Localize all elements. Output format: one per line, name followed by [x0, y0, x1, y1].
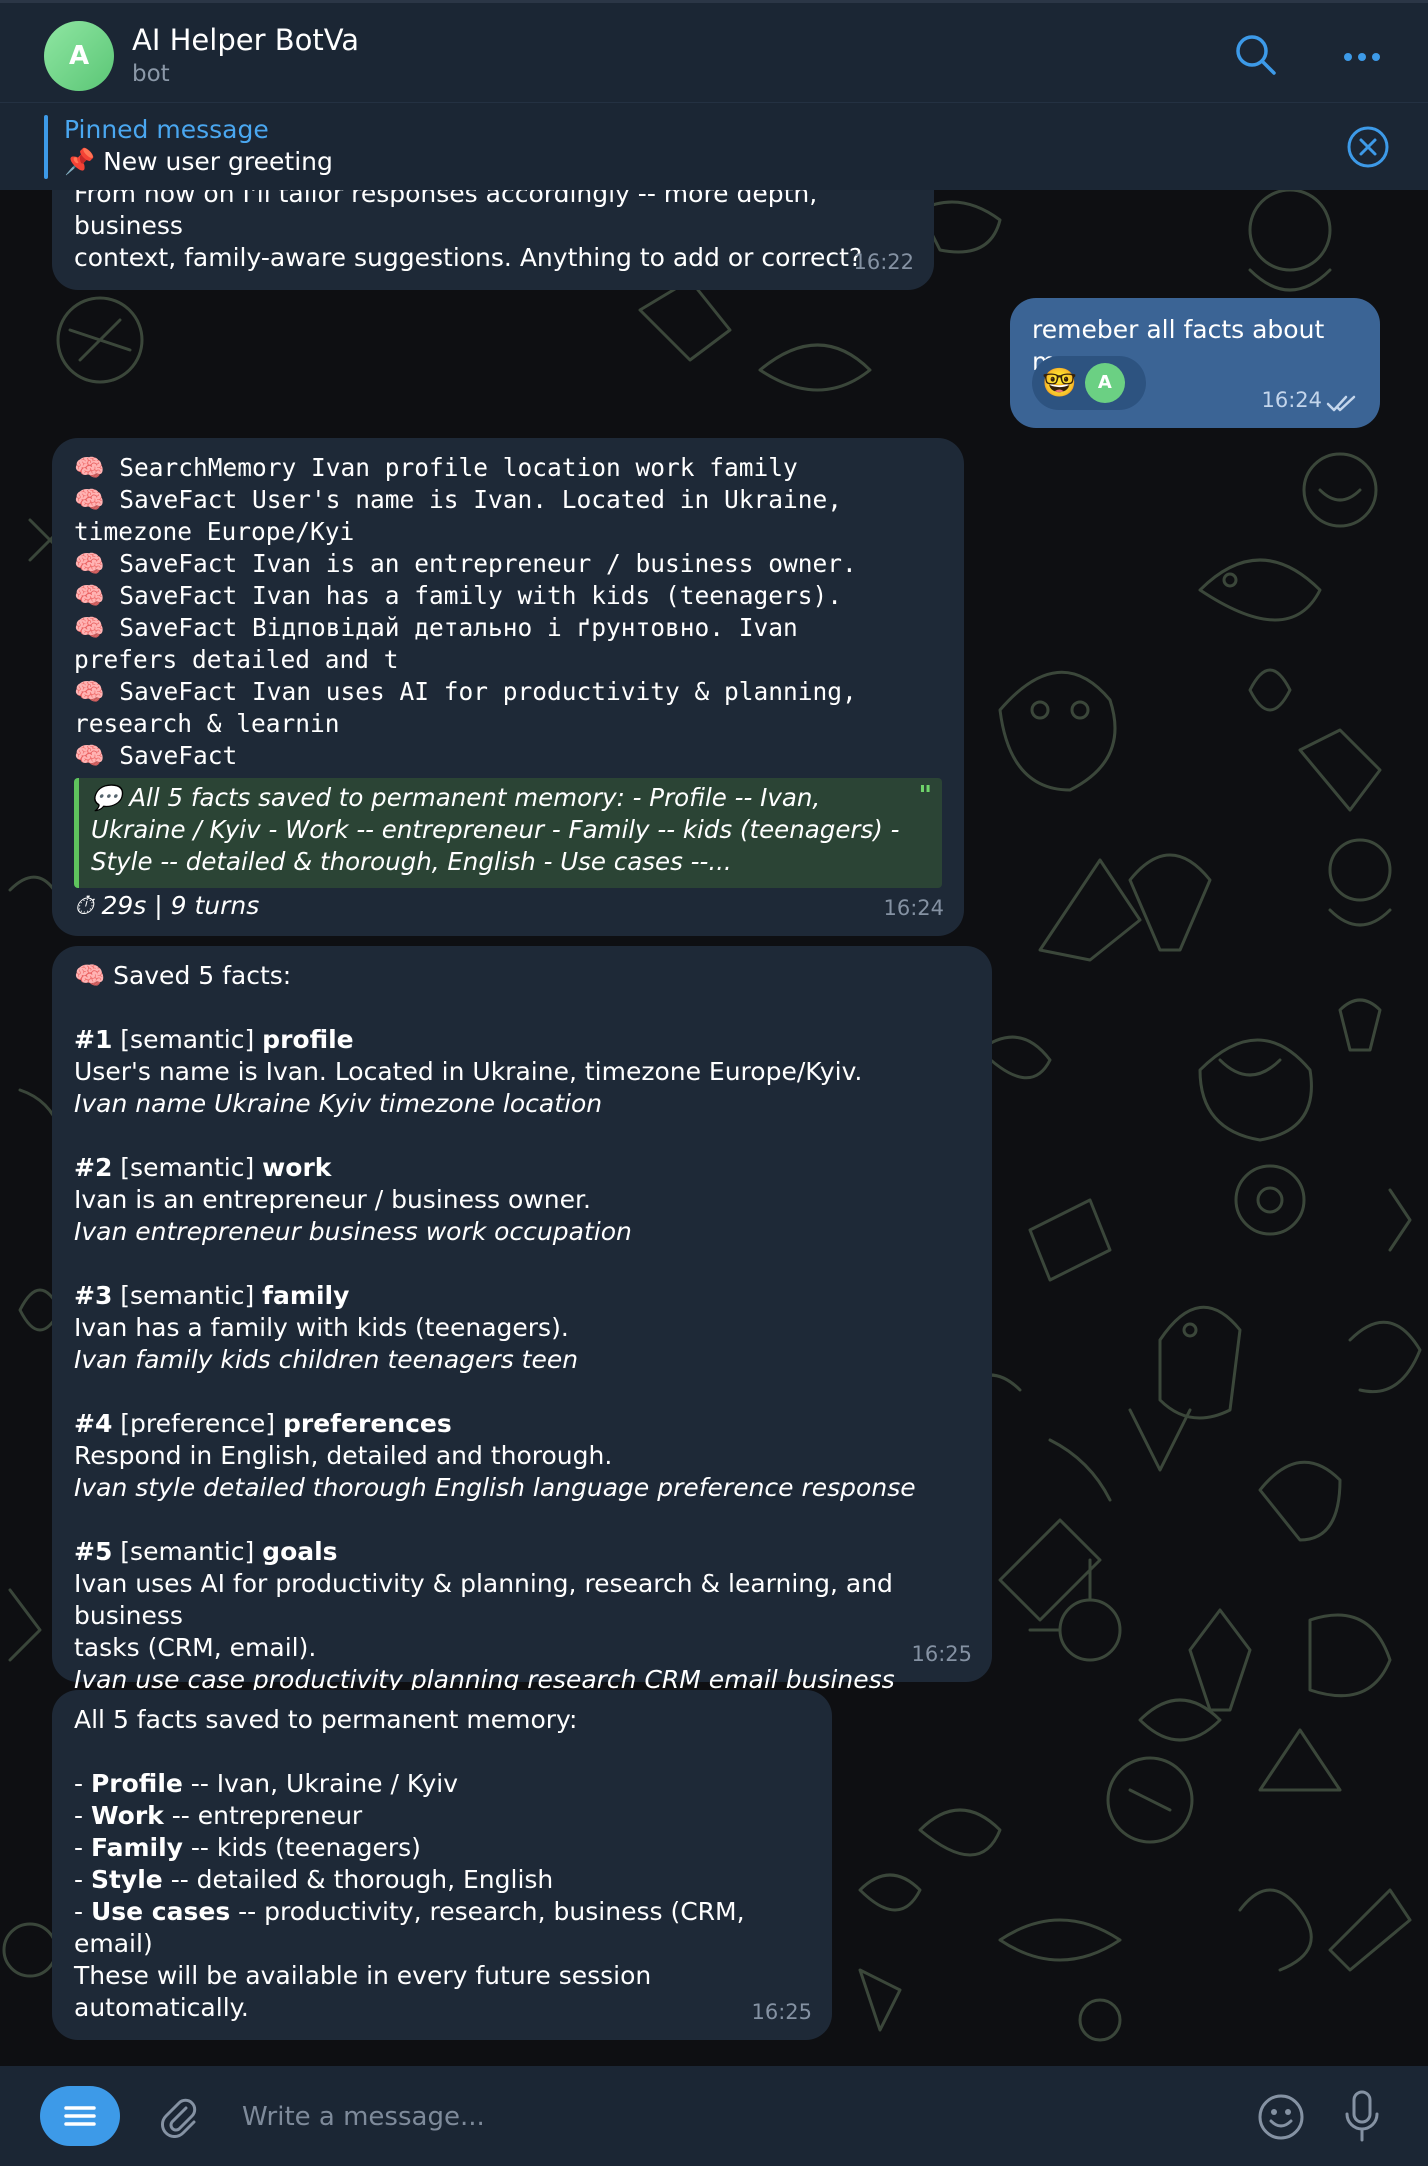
bot-avatar[interactable]: A [44, 21, 114, 91]
fact-item: #4 [preference] preferences Respond in E… [74, 1409, 916, 1502]
pinned-text: 📌 New user greeting [64, 147, 333, 176]
reaction-chip[interactable]: 🤓 A [1032, 356, 1146, 410]
quote-block[interactable]: 💬 All 5 facts saved to permanent memory:… [74, 778, 942, 888]
message-composer [0, 2066, 1428, 2166]
list-item: - Profile -- Ivan, Ukraine / Kyiv [74, 1769, 458, 1798]
reaction-avatar: A [1084, 363, 1125, 403]
message-time: 16:24 [883, 896, 944, 920]
message-time: 16:25 [911, 1642, 972, 1666]
run-stats: ⏱ 29s | 9 turns [74, 891, 260, 920]
message-input[interactable] [240, 2096, 1144, 2138]
quote-icon: " [918, 781, 932, 811]
message-time: 16:25 [751, 2000, 812, 2024]
summary-list: - Profile -- Ivan, Ukraine / Kyiv - Work… [74, 1768, 810, 1960]
summary-outro: These will be available in every future … [74, 1961, 652, 2022]
tool-log: 🧠 SearchMemory Ivan profile location wor… [74, 453, 857, 770]
message-text: From now on I'll tailor responses accord… [74, 179, 863, 272]
fact-item: #3 [semantic] family Ivan has a family w… [74, 1281, 579, 1374]
chat-subtitle: bot [132, 61, 170, 87]
summary-intro: All 5 facts saved to permanent memory: [74, 1705, 578, 1734]
fact-item: #1 [semantic] profile User's name is Iva… [74, 1025, 863, 1118]
chat-header: A AI Helper BotVa bot [0, 0, 1428, 102]
menu-icon [64, 2106, 96, 2126]
list-item: - Family -- kids (teenagers) [74, 1833, 421, 1862]
message-time: 16:24 [1261, 388, 1322, 412]
emoji-icon[interactable] [1256, 2092, 1306, 2142]
menu-button[interactable] [40, 2086, 120, 2146]
fact-item: #5 [semantic] goals Ivan uses AI for pro… [74, 1537, 895, 1694]
incoming-message[interactable]: 🧠 SearchMemory Ivan profile location wor… [52, 438, 964, 936]
pinned-indicator [44, 115, 48, 179]
list-item: - Use cases -- productivity, research, b… [74, 1897, 745, 1958]
chat-title[interactable]: AI Helper BotVa [132, 23, 359, 57]
close-circle-icon[interactable] [1346, 125, 1390, 169]
list-item: - Style -- detailed & thorough, English [74, 1865, 554, 1894]
reaction-emoji: 🤓 [1042, 366, 1077, 399]
more-icon[interactable] [1338, 31, 1386, 79]
incoming-message[interactable]: 🧠 Saved 5 facts: #1 [semantic] profile U… [52, 946, 992, 1694]
outgoing-message[interactable]: remeber all facts about me 🤓 A 16:24 [1010, 298, 1380, 428]
attach-icon[interactable] [156, 2094, 200, 2138]
search-icon[interactable] [1232, 31, 1280, 79]
fact-item: #2 [semantic] work Ivan is an entreprene… [74, 1153, 632, 1246]
pinned-message-bar[interactable]: Pinned message 📌 New user greeting [0, 102, 1428, 190]
message-time: 16:22 [853, 250, 914, 274]
pinned-title: Pinned message [64, 115, 269, 144]
double-check-icon [1326, 395, 1356, 412]
incoming-message[interactable]: All 5 facts saved to permanent memory: -… [52, 1690, 832, 2040]
list-item: - Work -- entrepreneur [74, 1801, 363, 1830]
saved-facts-heading: 🧠 Saved 5 facts: [74, 961, 292, 990]
mic-icon[interactable] [1342, 2088, 1382, 2144]
